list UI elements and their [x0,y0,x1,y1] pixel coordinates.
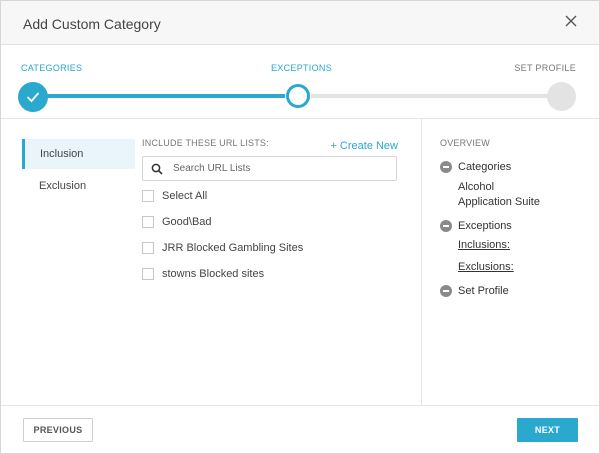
list-item-good-bad[interactable]: Good\Bad [142,216,397,228]
overview-set-profile-title: Set Profile [458,285,509,297]
step-categories-done-circle[interactable] [18,82,48,112]
list-item-label: Good\Bad [162,216,212,228]
step-exceptions-current-circle[interactable] [286,84,310,108]
checkbox[interactable] [142,242,154,254]
overview-heading: OVERVIEW [440,138,490,148]
checkbox[interactable] [142,190,154,202]
overview-exceptions-title: Exceptions [458,220,512,232]
url-list: Select All Good\Bad JRR Blocked Gambling… [142,190,397,294]
overview-inclusions-label: Inclusions: [458,239,510,251]
overview-set-profile: Set Profile [440,284,590,298]
list-item-label: JRR Blocked Gambling Sites [162,242,304,254]
stepper-track-completed [35,94,285,98]
nav-item-exclusion[interactable]: Exclusion [22,171,135,201]
nav-item-inclusion[interactable]: Inclusion [22,139,135,169]
step-set-profile-circle[interactable] [547,82,576,111]
collapse-icon[interactable] [440,285,452,297]
list-item-stowns-blocked-sites[interactable]: stowns Blocked sites [142,268,397,280]
dialog-title: Add Custom Category [23,16,161,32]
overview-exclusions-label: Exclusions: [458,261,514,273]
list-item-label: Select All [162,190,208,202]
list-item-label: stowns Blocked sites [162,268,265,280]
step-label-categories[interactable]: CATEGORIES [21,63,82,73]
overview-category-item: Alcohol [458,181,495,193]
overview-categories-title: Categories [458,161,512,173]
stepper-track-pending [311,94,561,98]
dialog-header: Add Custom Category [1,1,599,45]
overview-category-item: Application Suite [458,196,540,208]
checkbox[interactable] [142,268,154,280]
overview-categories: Categories Alcohol Application Suite [440,160,590,210]
close-icon[interactable] [563,13,579,29]
overview-exceptions: Exceptions Inclusions: Exclusions: [440,219,590,275]
checkmark-icon [26,92,40,103]
previous-button[interactable]: PREVIOUS [23,418,93,442]
exceptions-nav: Inclusion Exclusion [22,139,135,201]
list-item-jrr-blocked-gambling-sites[interactable]: JRR Blocked Gambling Sites [142,242,397,254]
vertical-divider [421,119,422,405]
divider [1,118,599,119]
checkbox[interactable] [142,216,154,228]
collapse-icon[interactable] [440,161,452,173]
list-item-select-all[interactable]: Select All [142,190,397,202]
add-custom-category-dialog: Add Custom Category CATEGORIES EXCEPTION… [0,0,600,454]
step-label-exceptions[interactable]: EXCEPTIONS [271,63,332,73]
step-label-set-profile[interactable]: SET PROFILE [514,63,576,73]
wizard-stepper: CATEGORIES EXCEPTIONS SET PROFILE [1,46,599,118]
search-box [142,156,397,181]
next-button[interactable]: NEXT [517,418,578,442]
url-lists-heading: INCLUDE THESE URL LISTS: [142,138,269,148]
search-input[interactable] [173,160,388,177]
divider [1,405,599,406]
overview-panel: OVERVIEW Categories Alcohol Application … [440,138,590,298]
search-icon [151,163,163,175]
create-new-link[interactable]: + Create New [330,140,398,152]
collapse-icon[interactable] [440,220,452,232]
